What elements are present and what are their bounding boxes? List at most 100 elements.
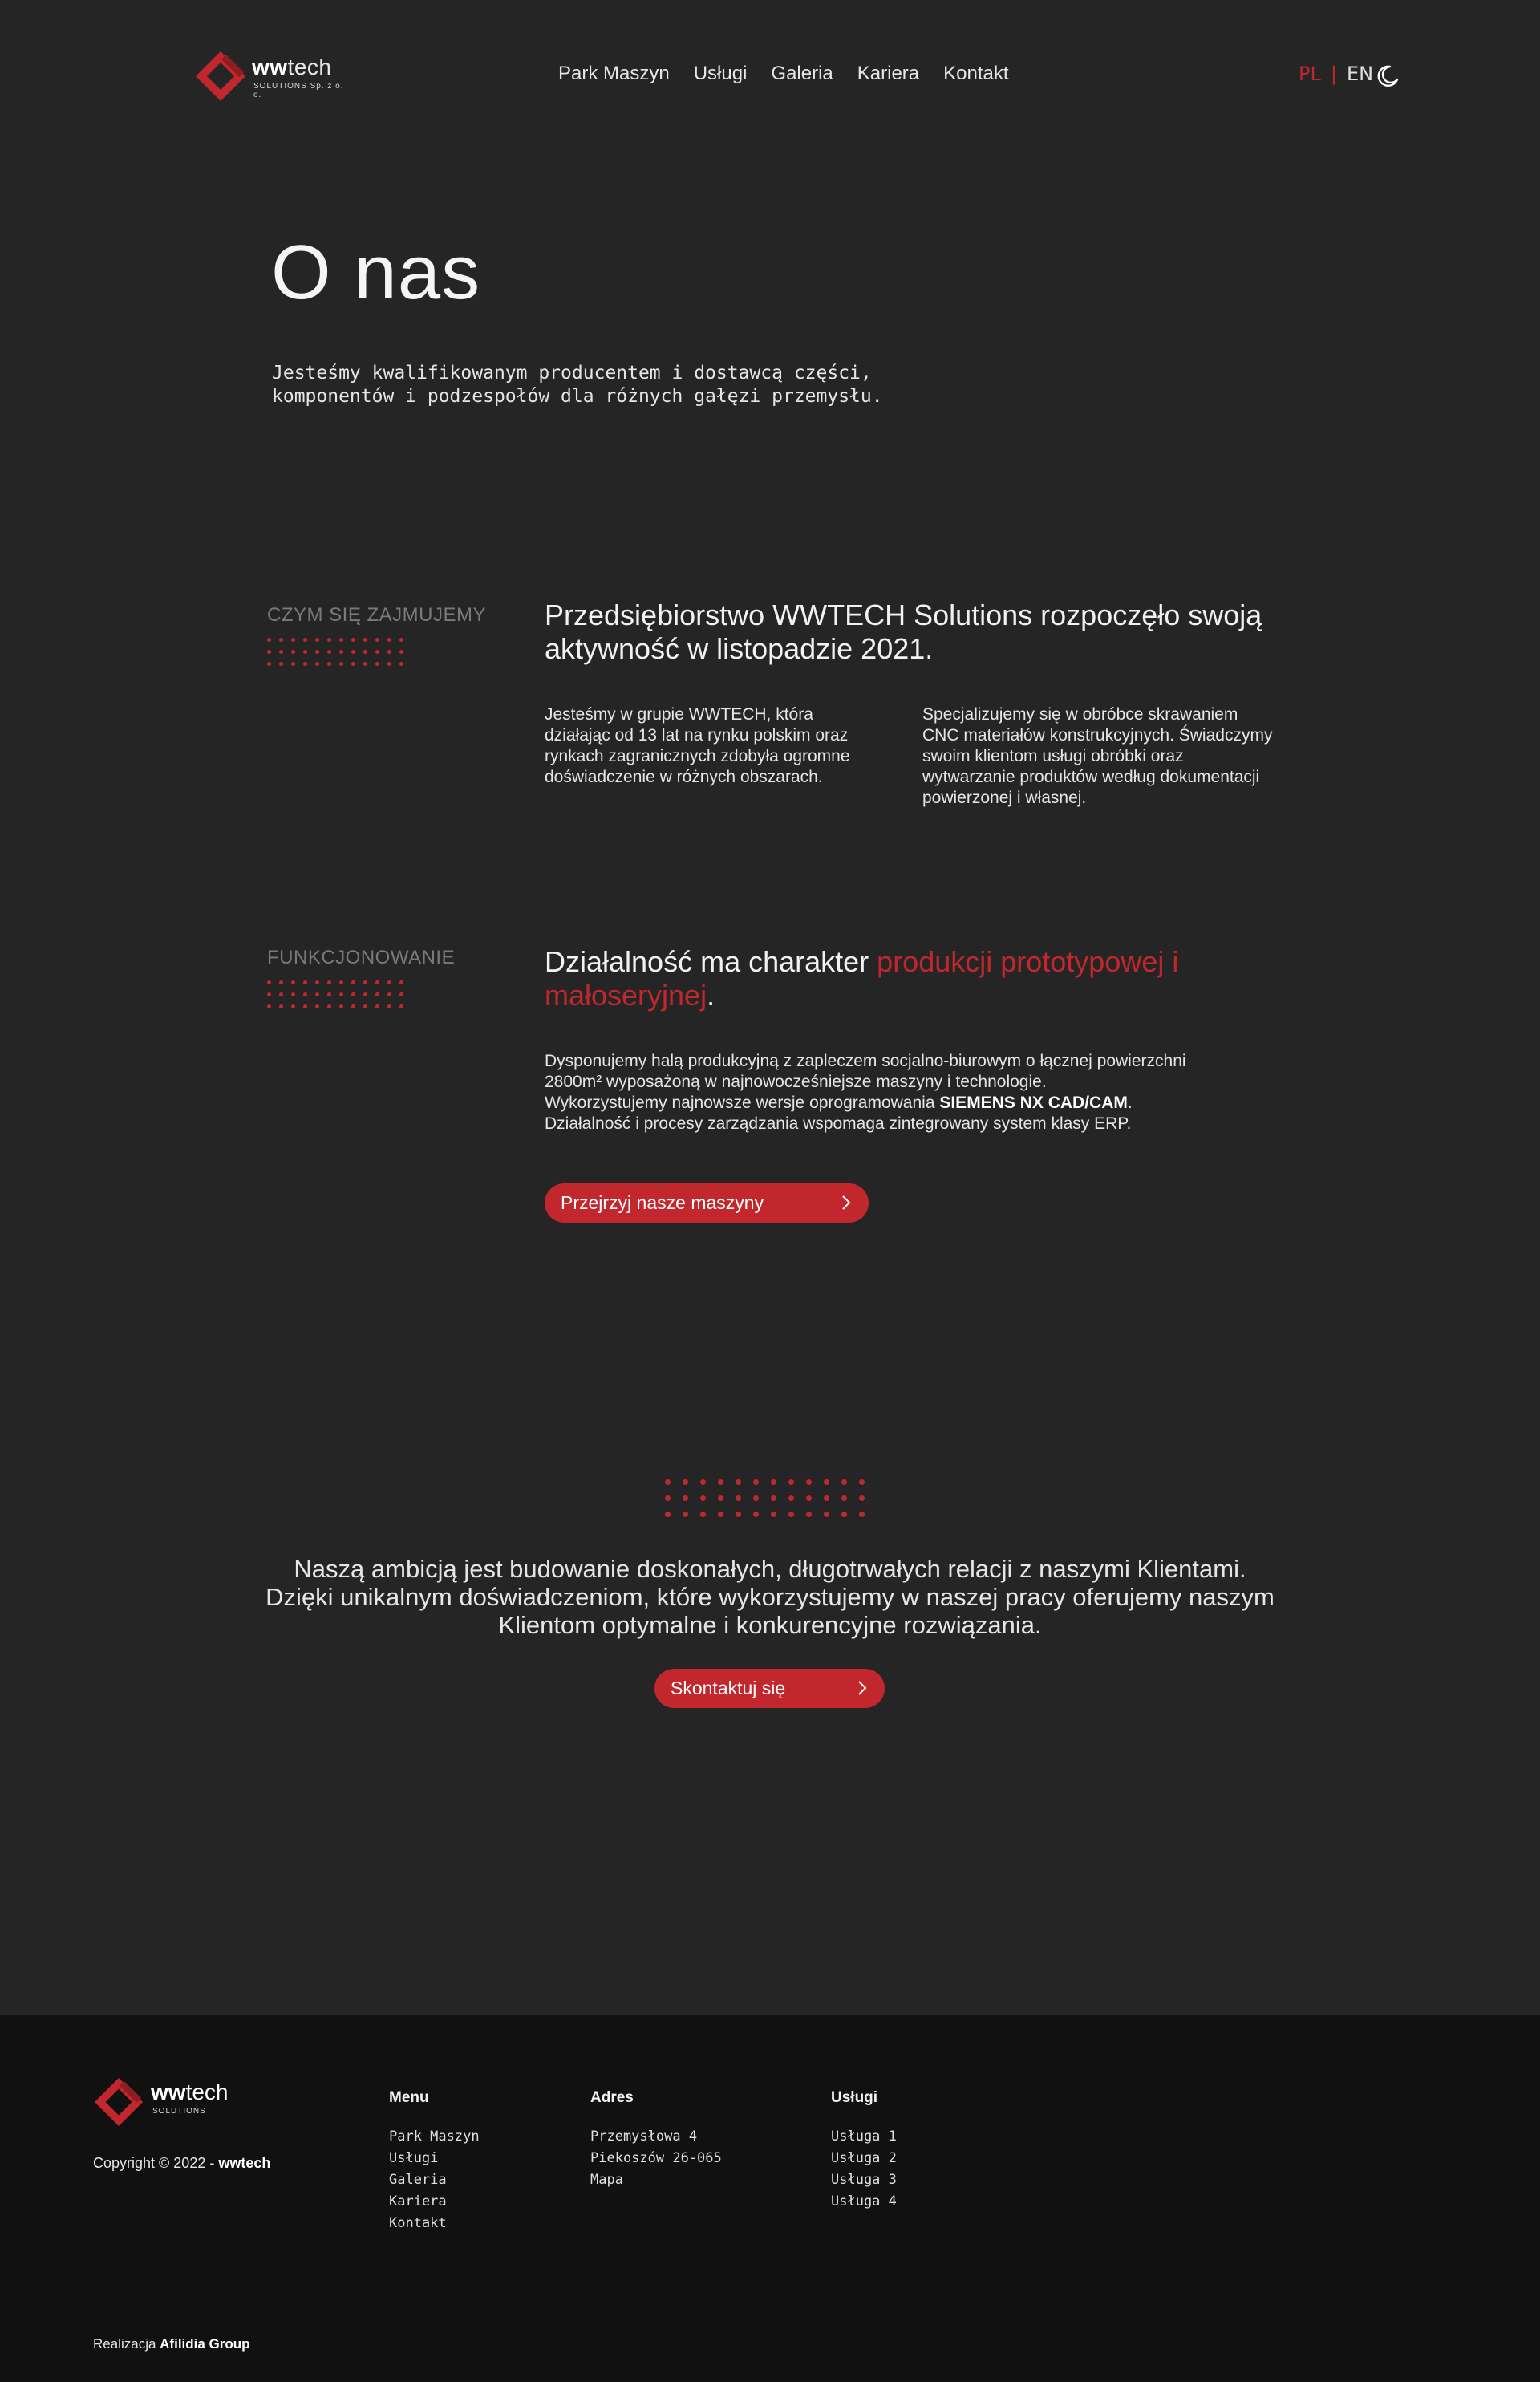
contact-button[interactable]: Skontaktuj się	[654, 1669, 885, 1708]
dot	[387, 992, 391, 996]
section-label-czym: CZYM SIĘ ZAJMUJEMY	[267, 604, 487, 626]
dot	[327, 638, 331, 642]
dot	[788, 1512, 794, 1517]
nav-kariera[interactable]: Kariera	[857, 63, 919, 85]
footer-service-item[interactable]: Usługa 1	[831, 2126, 897, 2148]
footer	[0, 2015, 1540, 2382]
dot	[753, 1495, 759, 1501]
dot	[824, 1495, 829, 1501]
footer-menu-item[interactable]: Usługi	[389, 2148, 480, 2169]
lang-pl[interactable]: PL	[1299, 63, 1321, 85]
dot	[753, 1512, 759, 1517]
logo[interactable]: wwtech SOLUTIONS Sp. z o. o.	[194, 50, 355, 106]
footer-address-line: Piekoszów 26-065	[590, 2150, 722, 2166]
dot	[339, 1004, 343, 1008]
lang-separator: |	[1330, 63, 1337, 85]
nav-galeria[interactable]: Galeria	[771, 63, 833, 85]
dot	[279, 662, 283, 666]
nav-uslugi[interactable]: Usługi	[694, 63, 748, 85]
lang-en[interactable]: EN	[1347, 63, 1373, 85]
dot	[291, 1004, 295, 1008]
dot	[303, 992, 307, 996]
dot	[279, 992, 283, 996]
dot	[351, 980, 355, 984]
credits-link[interactable]: Afilidia Group	[160, 2336, 249, 2352]
footer-logo-brand: wwtech	[151, 2080, 229, 2104]
footer-menu-item[interactable]: Kariera	[389, 2191, 480, 2213]
footer-address: Adres Przemysłowa 4 Piekoszów 26-065 Map…	[590, 2089, 722, 2191]
section1-title: Przedsiębiorstwo WWTECH Solutions rozpoc…	[545, 599, 1262, 665]
dot	[841, 1479, 847, 1485]
dot	[291, 638, 295, 642]
footer-menu-item[interactable]: Kontakt	[389, 2213, 480, 2234]
dot	[788, 1495, 794, 1501]
section1-col1: Jesteśmy w grupie WWTECH, która działają…	[545, 705, 850, 786]
dot	[375, 662, 379, 666]
nav-kontakt[interactable]: Kontakt	[943, 63, 1008, 85]
nav-park-maszyn[interactable]: Park Maszyn	[558, 63, 670, 85]
dot	[291, 650, 295, 654]
ambition-text: Naszą ambicją jest budowanie doskonałych…	[265, 1555, 1275, 1639]
footer-services-title: Usługi	[831, 2089, 878, 2106]
dot	[315, 1004, 319, 1008]
dot	[387, 1004, 391, 1008]
section-label-funkcjonowanie: FUNKCJONOWANIE	[267, 947, 456, 968]
dot	[788, 1479, 794, 1485]
dot	[315, 980, 319, 984]
dot	[841, 1495, 847, 1501]
dot	[753, 1479, 759, 1485]
dot	[339, 650, 343, 654]
section1-col2: Specjalizujemy się w obróbce skrawaniem …	[922, 705, 1273, 807]
footer-menu: Menu Park Maszyn Usługi Galeria Kariera …	[389, 2089, 480, 2234]
dot	[736, 1512, 741, 1517]
dot	[279, 638, 283, 642]
dot	[700, 1512, 706, 1517]
dot	[351, 992, 355, 996]
footer-service-item[interactable]: Usługa 4	[831, 2191, 897, 2213]
dot	[363, 650, 367, 654]
browse-machines-button[interactable]: Przejrzyj nasze maszyny	[545, 1183, 869, 1223]
dot	[303, 662, 307, 666]
dot	[327, 980, 331, 984]
dot	[859, 1512, 865, 1517]
footer-service-item[interactable]: Usługa 2	[831, 2148, 897, 2169]
main-nav: Park Maszyn Usługi Galeria Kariera Konta…	[558, 63, 1033, 85]
dot	[399, 662, 403, 666]
section2-body: Dysponujemy halą produkcyjną z zapleczem…	[545, 1052, 1186, 1133]
dot	[718, 1479, 723, 1485]
moon-icon[interactable]	[1376, 64, 1400, 88]
dot	[351, 638, 355, 642]
dot	[387, 650, 391, 654]
footer-logo[interactable]: wwtech SOLUTIONS	[93, 2076, 253, 2128]
dot	[841, 1512, 847, 1517]
dot	[363, 1004, 367, 1008]
logo-brand: wwtech	[252, 55, 332, 79]
dot	[315, 650, 319, 654]
dot	[399, 992, 403, 996]
footer-map-link[interactable]: Mapa	[590, 2169, 722, 2191]
dot	[315, 638, 319, 642]
dots-decoration	[267, 980, 403, 1008]
dot	[859, 1479, 865, 1485]
footer-menu-item[interactable]: Galeria	[389, 2169, 480, 2191]
dot	[303, 638, 307, 642]
footer-menu-item[interactable]: Park Maszyn	[389, 2126, 480, 2148]
dot	[375, 638, 379, 642]
dot	[327, 650, 331, 654]
dot	[700, 1479, 706, 1485]
language-switcher: PL | EN	[1299, 63, 1373, 85]
dot	[683, 1495, 688, 1501]
dot	[339, 662, 343, 666]
dot	[267, 638, 271, 642]
dot	[771, 1495, 776, 1501]
dot	[718, 1495, 723, 1501]
dot	[399, 638, 403, 642]
dot	[363, 992, 367, 996]
dot	[363, 980, 367, 984]
footer-service-item[interactable]: Usługa 3	[831, 2169, 897, 2191]
dot	[291, 980, 295, 984]
dot	[387, 638, 391, 642]
footer-menu-title: Menu	[389, 2089, 429, 2106]
dot	[267, 1004, 271, 1008]
copyright: Copyright © 2022 - wwtech	[93, 2155, 271, 2171]
